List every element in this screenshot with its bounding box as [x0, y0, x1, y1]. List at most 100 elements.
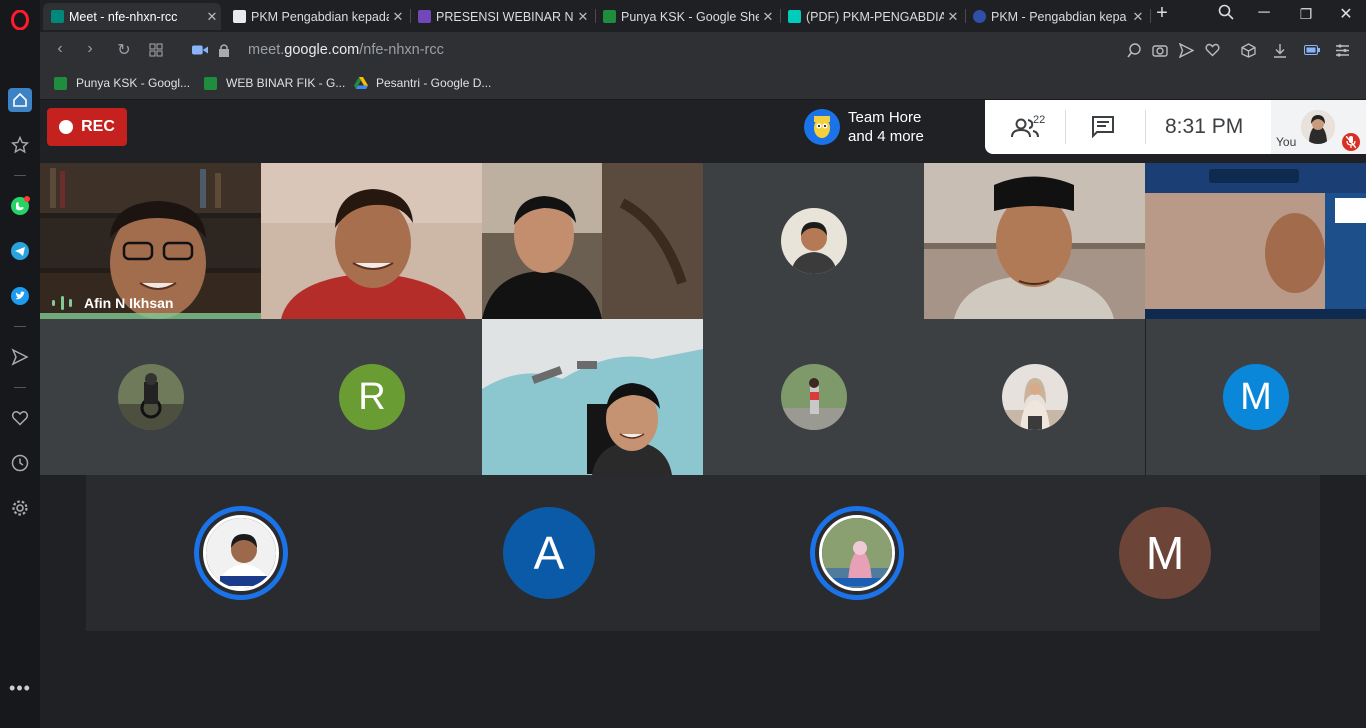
lock-icon[interactable]	[216, 42, 232, 58]
twitter-icon[interactable]	[8, 284, 32, 308]
tab-title: PKM Pengabdian kepada	[251, 9, 389, 24]
participant-tile-10[interactable]	[703, 319, 924, 475]
meet-call-area: REC Team Hore and 4 more 22 8:31 PM You	[40, 100, 1366, 728]
chat-icon	[1092, 116, 1114, 139]
participant-tile-7[interactable]	[40, 319, 261, 475]
history-icon[interactable]	[8, 451, 32, 475]
reload-icon[interactable]: ↻	[114, 40, 134, 60]
bookmark-label: WEB BINAR FIK - G...	[226, 76, 346, 90]
record-dot-icon	[59, 120, 74, 134]
divider	[1065, 110, 1066, 144]
bookmark-heart-icon[interactable]	[1204, 42, 1220, 58]
tab-pkm-pengabdian[interactable]: PKM Pengabdian kepada ✕	[225, 3, 407, 30]
participant-avatar-ringed[interactable]	[810, 506, 904, 600]
participant-avatar-letter[interactable]: M	[1119, 507, 1211, 599]
battery-saver-icon[interactable]	[1304, 42, 1320, 58]
bookmark-label: Pesantri - Google D...	[376, 76, 492, 90]
participant-tile-r[interactable]: R	[261, 319, 482, 475]
self-avatar	[1301, 110, 1335, 144]
video-feed	[924, 163, 1145, 319]
minimize-icon[interactable]: ─	[1252, 4, 1276, 22]
participant-avatar	[118, 364, 184, 430]
bookmark-punya-ksk[interactable]: Punya KSK - Googl...	[54, 76, 190, 90]
bookmark-label: Punya KSK - Googl...	[76, 76, 191, 90]
google-sheets-icon	[603, 10, 616, 23]
close-window-icon[interactable]: ✕	[1334, 4, 1358, 24]
camera-active-icon[interactable]	[192, 42, 208, 58]
close-tab-icon[interactable]: ✕	[389, 9, 407, 25]
forward-icon[interactable]: ›	[80, 40, 100, 58]
video-feed-presentation	[1145, 163, 1366, 319]
tab-meet[interactable]: Meet - nfe-nhxn-rcc ✕	[43, 3, 221, 30]
presenter-name: Team Hore	[848, 109, 922, 126]
participant-tile-4[interactable]	[703, 163, 924, 319]
participant-count: 22	[1033, 114, 1046, 126]
opera-logo-icon[interactable]	[8, 8, 32, 32]
easy-setup-menu-icon[interactable]	[1334, 42, 1350, 58]
participant-avatar-letter[interactable]: A	[503, 507, 595, 599]
telegram-icon[interactable]	[8, 239, 32, 263]
star-icon[interactable]	[8, 133, 32, 157]
url-domain: google.com	[284, 42, 360, 58]
search-tabs-icon[interactable]	[1214, 4, 1238, 25]
tab-bar: Meet - nfe-nhxn-rcc ✕ PKM Pengabdian kep…	[40, 0, 1366, 32]
new-tab-icon[interactable]: +	[1150, 2, 1174, 25]
participant-tile-afin[interactable]: Afin N Ikhsan	[40, 163, 261, 319]
tab-title: Punya KSK - Google She	[621, 9, 759, 24]
snapshot-camera-icon[interactable]	[1152, 42, 1168, 58]
participant-tile-5[interactable]	[924, 163, 1145, 319]
share-send-icon[interactable]	[1178, 42, 1194, 58]
researchgate-icon	[788, 10, 801, 23]
participant-avatar-letter: M	[1223, 364, 1289, 430]
bookmark-pesantri[interactable]: Pesantri - Google D...	[354, 76, 491, 90]
video-feed	[482, 319, 703, 475]
participant-tile-m[interactable]: M	[1145, 319, 1366, 475]
self-preview[interactable]: You	[1271, 100, 1366, 154]
video-feed	[482, 163, 703, 319]
tab-presensi-webinar[interactable]: PRESENSI WEBINAR NGO ✕	[410, 3, 592, 30]
chat-button[interactable]	[1091, 115, 1115, 144]
restore-icon[interactable]: ❐	[1294, 6, 1318, 23]
participant-avatar	[781, 208, 847, 274]
back-icon[interactable]: ‹	[50, 40, 70, 58]
close-tab-icon[interactable]: ✕	[574, 9, 592, 25]
avatar-letter: R	[358, 375, 386, 418]
participant-tile-6[interactable]	[1145, 163, 1366, 319]
url-field[interactable]: meet.google.com/nfe-nhxn-rcc	[248, 42, 444, 58]
sidebar-divider	[14, 387, 26, 388]
google-sheets-icon	[54, 76, 67, 90]
download-icon[interactable]	[1272, 42, 1288, 58]
avatar-letter: M	[1240, 375, 1272, 418]
participant-avatar-ringed[interactable]	[194, 506, 288, 600]
bookmark-web-binar-fik[interactable]: WEB BINAR FIK - G...	[204, 76, 345, 90]
settings-gear-icon[interactable]	[8, 496, 32, 520]
divider	[1145, 110, 1146, 144]
send-icon[interactable]	[8, 345, 32, 369]
close-tab-icon[interactable]: ✕	[944, 9, 962, 25]
participant-tile-9[interactable]	[482, 319, 703, 475]
participants-button[interactable]: 22	[1011, 114, 1051, 140]
whatsapp-icon[interactable]	[8, 194, 32, 218]
tab-pkm-pengabdian-2[interactable]: PKM - Pengabdian kepa ✕	[965, 3, 1147, 30]
participant-tile-2[interactable]	[261, 163, 482, 319]
more-options-icon[interactable]: •••	[8, 676, 32, 700]
avatar-letter: M	[1145, 527, 1185, 579]
tab-pdf-pkm[interactable]: (PDF) PKM-PENGABDIAN ✕	[780, 3, 962, 30]
participant-avatar-letter: R	[339, 364, 405, 430]
tab-grid-icon[interactable]	[148, 42, 164, 58]
tab-punya-ksk[interactable]: Punya KSK - Google She ✕	[595, 3, 777, 30]
close-tab-icon[interactable]: ✕	[759, 9, 777, 25]
tab-title: PKM - Pengabdian kepa	[991, 9, 1127, 24]
participant-tile-11[interactable]	[924, 319, 1145, 475]
heart-icon[interactable]	[8, 406, 32, 430]
extensions-cube-icon[interactable]	[1240, 42, 1256, 58]
participant-tile-3[interactable]	[482, 163, 703, 319]
participant-avatar	[781, 364, 847, 430]
zoom-icon[interactable]	[1126, 42, 1142, 58]
presenting-chip[interactable]: Team Hore and 4 more	[796, 100, 986, 154]
google-forms-icon	[418, 10, 431, 23]
home-icon[interactable]	[8, 88, 32, 112]
close-tab-icon[interactable]: ✕	[1129, 9, 1147, 25]
browser-sidebar: •••	[0, 0, 40, 728]
close-tab-icon[interactable]: ✕	[203, 9, 221, 25]
